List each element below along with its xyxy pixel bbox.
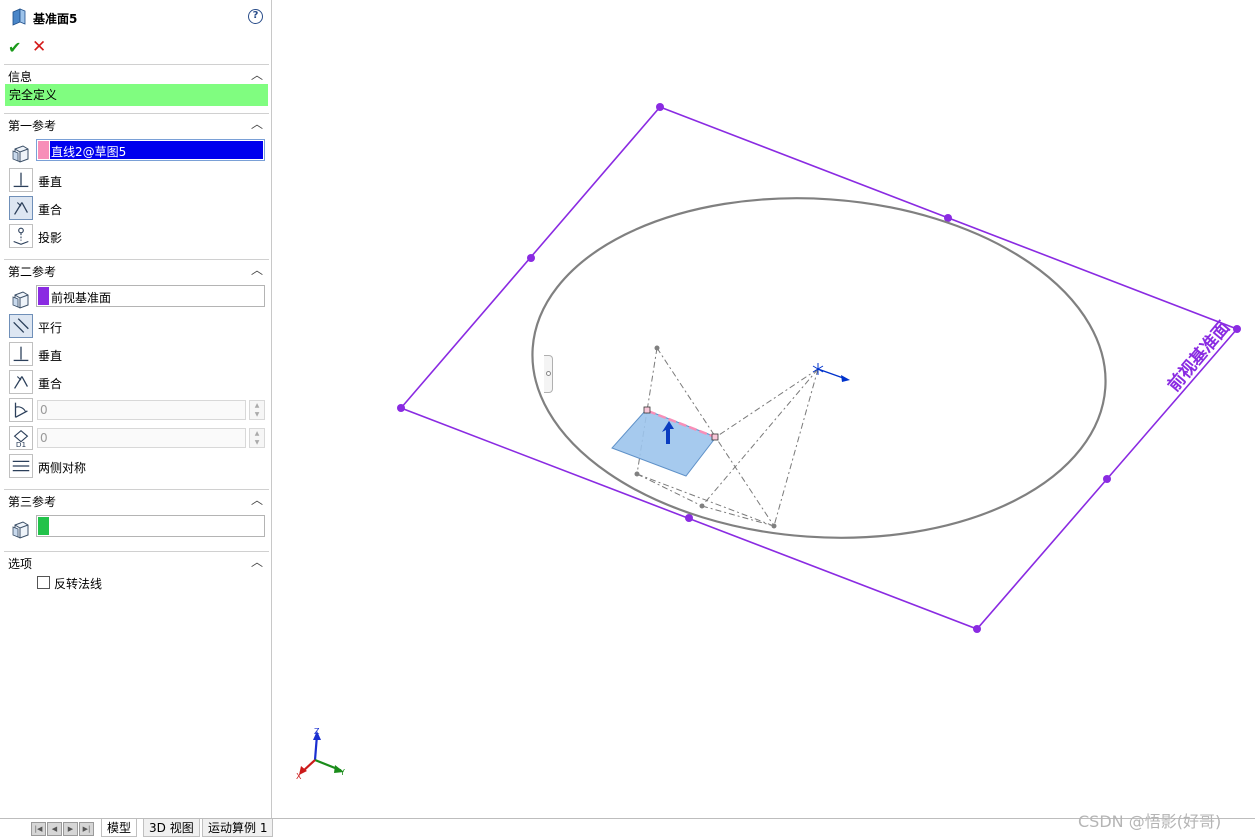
axis-triad-icon: Z Y X bbox=[296, 727, 345, 781]
line-endpoint[interactable] bbox=[643, 406, 651, 414]
graphics-viewport[interactable]: 前视基准面 Z Y X bbox=[0, 0, 1255, 818]
sketch-point[interactable] bbox=[699, 503, 705, 509]
sketch-point[interactable] bbox=[634, 471, 640, 477]
tab-model[interactable]: 模型 bbox=[101, 819, 138, 837]
next-tab-nav-button[interactable]: ▶ bbox=[63, 822, 78, 836]
front-plane-label: 前视基准面 bbox=[1163, 317, 1234, 396]
sketch-point[interactable] bbox=[654, 345, 660, 351]
plane-handle[interactable] bbox=[685, 514, 693, 522]
last-tab-nav-button[interactable]: ▶| bbox=[79, 822, 94, 836]
line-endpoint[interactable] bbox=[711, 433, 719, 441]
axis-z-label: Z bbox=[314, 727, 320, 736]
plane-handle[interactable] bbox=[397, 404, 405, 412]
bottom-tab-bar: |◀ ◀ ▶ ▶| 模型 3D 视图 运动算例 1 bbox=[0, 818, 1255, 839]
plane-handle[interactable] bbox=[973, 625, 981, 633]
plane-handle[interactable] bbox=[656, 103, 664, 111]
first-tab-nav-button[interactable]: |◀ bbox=[31, 822, 46, 836]
sketch-origin-icon bbox=[812, 363, 850, 382]
axis-x-label: X bbox=[296, 772, 302, 781]
sketch-point[interactable] bbox=[771, 523, 777, 529]
plane-handle[interactable] bbox=[1103, 475, 1111, 483]
axis-y-label: Y bbox=[339, 768, 345, 777]
preview-plane[interactable] bbox=[611, 409, 717, 477]
tab-3d-view[interactable]: 3D 视图 bbox=[143, 819, 200, 837]
prev-tab-nav-button[interactable]: ◀ bbox=[47, 822, 62, 836]
tab-motion-study[interactable]: 运动算例 1 bbox=[202, 819, 274, 837]
plane-handle[interactable] bbox=[527, 254, 535, 262]
plane-handle[interactable] bbox=[1233, 325, 1241, 333]
watermark: CSDN @悟影(好哥) bbox=[1078, 812, 1222, 831]
